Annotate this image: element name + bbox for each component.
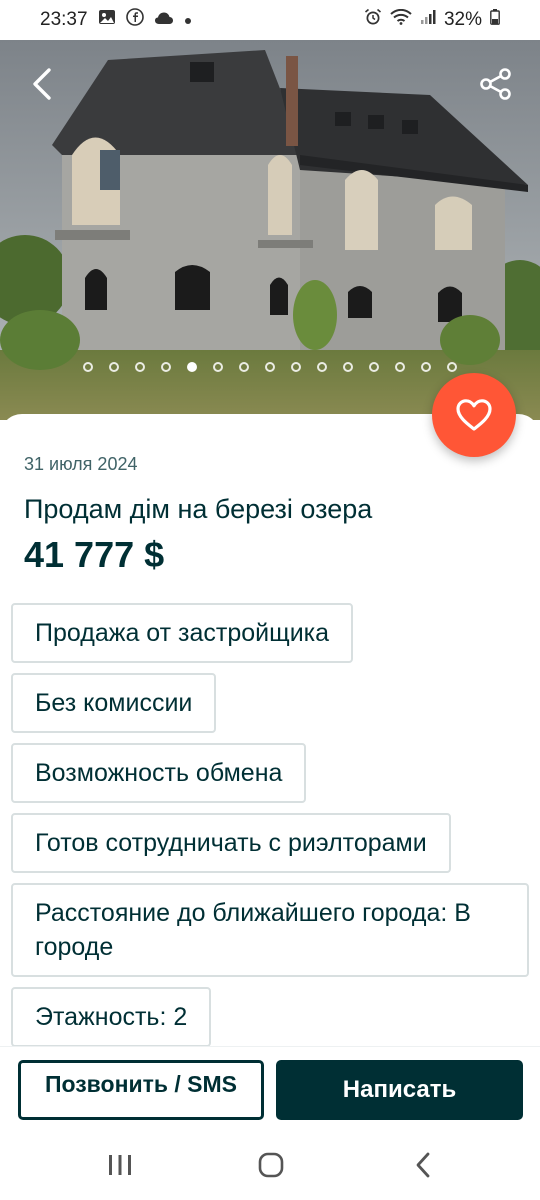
share-button[interactable] bbox=[474, 62, 518, 106]
wifi-icon bbox=[390, 8, 412, 31]
home-button[interactable] bbox=[251, 1148, 291, 1182]
call-button[interactable]: Позвонить / SMS bbox=[18, 1060, 264, 1120]
posted-date: 31 июля 2024 bbox=[24, 454, 138, 474]
gallery-dot bbox=[343, 362, 353, 372]
parameter-tag: Расстояние до ближайшего города: В город… bbox=[11, 883, 529, 977]
gallery-dot bbox=[239, 362, 249, 372]
gallery-dot bbox=[109, 362, 119, 372]
system-back-button[interactable] bbox=[403, 1148, 443, 1182]
gallery-dot bbox=[317, 362, 327, 372]
facebook-icon bbox=[125, 8, 144, 32]
parameters-list: Продажа от застройщика Без комиссии Возм… bbox=[11, 603, 531, 1094]
recent-apps-icon bbox=[109, 1155, 131, 1175]
gallery-dot bbox=[447, 362, 457, 372]
contact-bar: Позвонить / SMS Написать bbox=[0, 1046, 540, 1131]
parameter-tag: Возможность обмена bbox=[11, 743, 307, 803]
gallery-dot bbox=[213, 362, 223, 372]
gallery-dot bbox=[369, 362, 379, 372]
battery-icon bbox=[490, 9, 500, 31]
chevron-left-icon bbox=[33, 68, 51, 100]
dot-icon bbox=[184, 9, 192, 31]
home-icon bbox=[258, 1152, 284, 1178]
gallery-dot bbox=[187, 362, 197, 372]
parameter-tag: Продажа от застройщика bbox=[11, 603, 354, 663]
gallery-dot bbox=[421, 362, 431, 372]
listing-details: 31 июля 2024 Продам дім на березі озера … bbox=[0, 414, 540, 1094]
listing-price: 41 777 $ bbox=[24, 534, 165, 575]
photo-gallery[interactable] bbox=[0, 40, 540, 420]
gallery-dot bbox=[291, 362, 301, 372]
listing-title: Продам дім на березі озера bbox=[24, 494, 373, 524]
parameter-tag: Без комиссии bbox=[11, 673, 217, 733]
back-button[interactable] bbox=[22, 64, 62, 104]
back-arrow-icon bbox=[416, 1152, 430, 1178]
gallery-dot bbox=[83, 362, 93, 372]
gallery-dot bbox=[395, 362, 405, 372]
status-left: 23:37 bbox=[40, 8, 192, 32]
parameter-tag: Готов сотрудничать с риэлторами bbox=[11, 813, 451, 873]
signal-icon bbox=[420, 9, 436, 31]
status-bar: 23:37 32% bbox=[0, 0, 540, 40]
share-icon bbox=[480, 68, 511, 100]
gallery-dot bbox=[161, 362, 171, 372]
gallery-dot bbox=[135, 362, 145, 372]
system-navigation-bar bbox=[0, 1130, 540, 1200]
status-time: 23:37 bbox=[40, 9, 88, 30]
gallery-icon bbox=[98, 9, 116, 31]
status-right: 32% bbox=[364, 8, 500, 32]
gallery-dot bbox=[265, 362, 275, 372]
write-message-button[interactable]: Написать bbox=[276, 1060, 523, 1120]
favorite-button[interactable] bbox=[432, 373, 516, 457]
recent-apps-button[interactable] bbox=[100, 1148, 140, 1182]
cloud-icon bbox=[154, 9, 174, 31]
battery-percent: 32% bbox=[443, 9, 482, 30]
heart-icon bbox=[456, 399, 492, 431]
parameter-tag: Этажность: 2 bbox=[11, 987, 212, 1047]
alarm-icon bbox=[364, 8, 382, 32]
